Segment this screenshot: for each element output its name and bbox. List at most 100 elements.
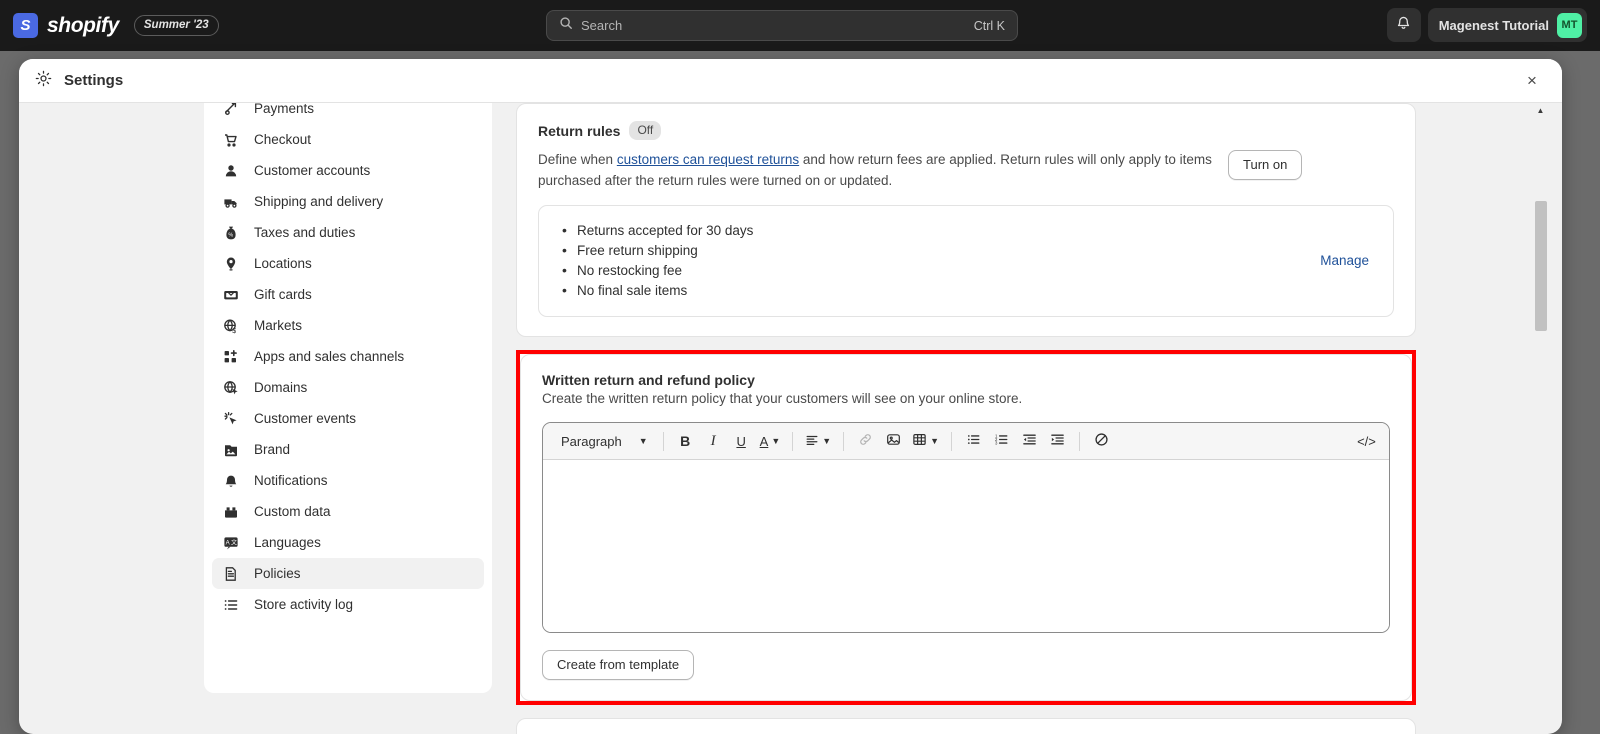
sidebar-item-label: Languages [254,535,321,550]
sidebar-item-label: Apps and sales channels [254,349,405,364]
modal-body: Payments Checkout Customer accounts Shippin… [19,103,1562,734]
editor-content-area[interactable] [543,460,1389,633]
written-policy-card: Written return and refund policy Create … [520,354,1412,702]
italic-button[interactable]: I [700,428,727,455]
sidebar-item-languages[interactable]: A 文 Languages [212,527,484,558]
image-icon [222,441,240,459]
text-color-icon: A [759,433,769,449]
toolbar-divider [662,431,664,451]
sidebar-item-label: Payments [254,103,315,116]
manage-link[interactable]: Manage [1320,253,1374,268]
sidebar-item-label: Notifications [254,473,328,488]
clear-formatting-icon [1094,432,1109,450]
link-button[interactable] [852,428,879,455]
close-icon[interactable]: × [1518,67,1546,95]
sidebar-item-policies[interactable]: Policies [212,558,484,589]
chevron-down-icon: ▼ [638,435,648,446]
svg-text:文: 文 [231,538,237,546]
pin-icon [222,255,240,273]
translate-icon: A文 [222,534,240,552]
numbered-list-button[interactable]: 1 2 3 [988,428,1015,455]
content-scrollbar[interactable]: ▲ [1533,103,1548,734]
sidebar-item-label: Markets [254,318,303,333]
image-icon [886,432,901,450]
indent-icon [1050,432,1065,450]
sidebar-item-label: Gift cards [254,287,312,302]
bold-button[interactable]: B [672,428,699,455]
search-icon [559,16,573,35]
bold-icon: B [680,433,691,450]
top-navigation-bar: S shopify Summer '23 Ctrl K Magenest Tut… [0,0,1600,51]
settings-content: Return rules Off Define when customers c… [516,103,1416,734]
next-policy-card-partial [516,718,1416,734]
sidebar-item-apps-and-sales-channels[interactable]: Apps and sales channels [212,341,484,372]
block-format-label: Paragraph [561,433,622,449]
search-shortcut-hint: Ctrl K [973,18,1005,33]
person-icon [222,162,240,180]
store-account-button[interactable]: Magenest Tutorial MT [1427,8,1587,42]
sidebar-item-customer-events[interactable]: Customer events [212,403,484,434]
globe-cursor-icon [222,379,240,397]
sidebar-item-domains[interactable]: Domains [212,372,484,403]
sidebar-item-locations[interactable]: Locations [212,248,484,279]
underline-button[interactable]: U [728,428,755,455]
link-icon [858,432,873,450]
indent-button[interactable] [1044,428,1071,455]
sidebar-item-shipping-and-delivery[interactable]: Shipping and delivery [212,186,484,217]
notifications-button[interactable] [1386,8,1421,42]
return-rule-item: No final sale items [558,280,1320,301]
scroll-up-arrow-icon[interactable]: ▲ [1533,103,1548,118]
clear-formatting-button[interactable] [1088,428,1115,455]
align-left-icon [805,433,819,450]
insert-table-button[interactable]: ▼ [908,428,943,455]
italic-icon: I [710,432,716,449]
insert-image-button[interactable] [880,428,907,455]
underline-icon: U [736,433,746,449]
return-rule-item: No restocking fee [558,260,1320,281]
bell-icon [222,472,240,490]
text-color-button[interactable]: A ▼ [756,428,785,455]
return-rules-summary-box: Returns accepted for 30 daysFree return … [538,205,1394,318]
sidebar-item-label: Store activity log [254,597,354,612]
shopify-logo-letter: S [20,17,31,34]
code-view-button[interactable]: </> [1353,428,1380,455]
block-format-select[interactable]: Paragraph ▼ [552,428,655,455]
return-rules-list: Returns accepted for 30 daysFree return … [558,220,1320,301]
sidebar-item-store-activity-log[interactable]: Store activity log [212,589,484,620]
return-rules-header: Return rules Off [538,121,1394,140]
sidebar-item-payments[interactable]: Payments [212,103,484,124]
table-icon [912,432,927,450]
toolbar-divider [792,431,794,451]
create-from-template-button[interactable]: Create from template [542,650,695,681]
apps-icon [222,348,240,366]
sidebar-item-taxes-and-duties[interactable]: % Taxes and duties [212,217,484,248]
turn-on-button[interactable]: Turn on [1228,150,1303,180]
global-search[interactable]: Ctrl K [546,10,1018,41]
sidebar-item-label: Custom data [254,504,331,519]
truck-icon [222,193,240,211]
sidebar-item-gift-cards[interactable]: Gift cards [212,279,484,310]
bulleted-list-button[interactable] [960,428,987,455]
scrollbar-thumb[interactable] [1535,201,1547,331]
search-input[interactable] [581,18,974,33]
tax-icon: % [222,224,240,242]
outdent-icon [1022,432,1037,450]
sidebar-item-notifications[interactable]: Notifications [212,465,484,496]
return-rule-item: Free return shipping [558,240,1320,261]
outdent-button[interactable] [1016,428,1043,455]
sidebar-item-customer-accounts[interactable]: Customer accounts [212,155,484,186]
align-button[interactable]: ▼ [801,428,835,455]
sidebar-item-label: Domains [254,380,308,395]
page-title: Settings [64,72,124,89]
sidebar-item-label: Shipping and delivery [254,194,384,209]
sidebar-item-custom-data[interactable]: Custom data [212,496,484,527]
payments-icon [222,103,240,118]
svg-text:$: $ [232,328,236,334]
database-icon [222,503,240,521]
request-returns-link[interactable]: customers can request returns [617,152,799,167]
cart-icon [222,131,240,149]
sidebar-item-markets[interactable]: $ Markets [212,310,484,341]
sidebar-item-brand[interactable]: Brand [212,434,484,465]
shopify-brand[interactable]: S shopify Summer '23 [0,13,219,38]
sidebar-item-checkout[interactable]: Checkout [212,124,484,155]
